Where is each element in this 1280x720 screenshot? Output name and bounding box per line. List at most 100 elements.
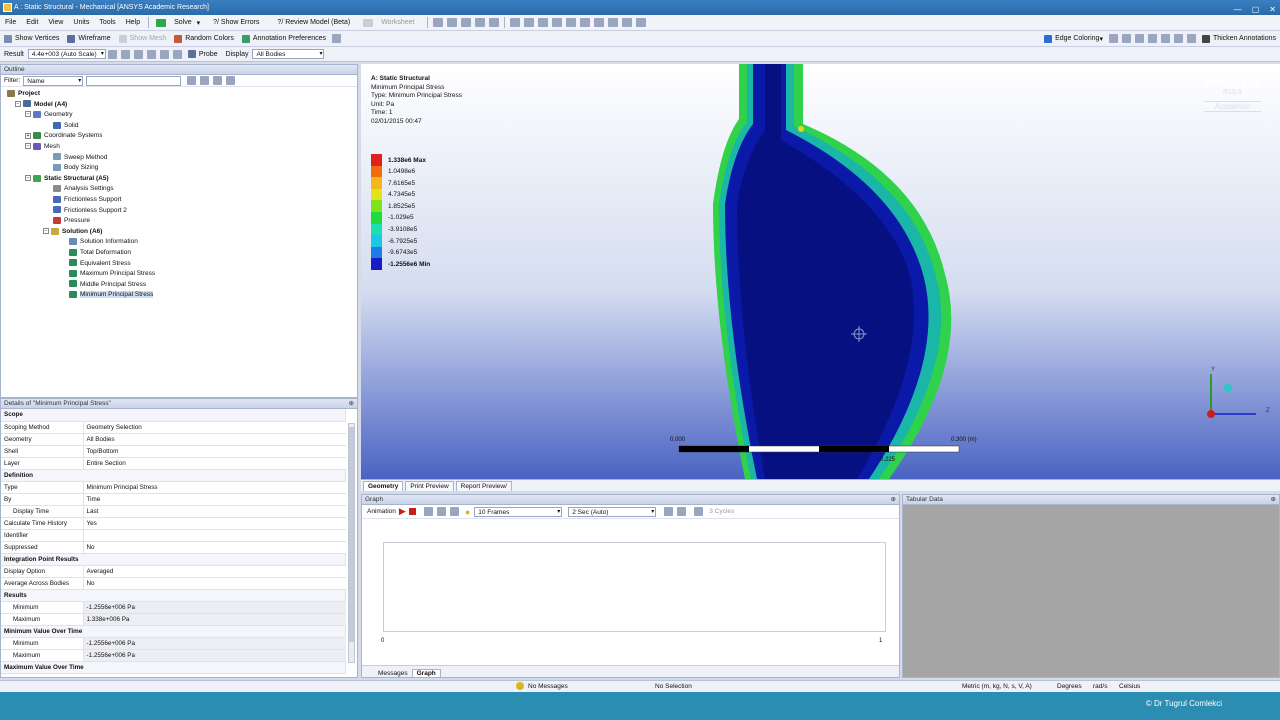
frame-back-icon[interactable] (423, 507, 433, 516)
tree-item-solid[interactable]: Solid (1, 121, 357, 132)
edge-style-icon[interactable] (1134, 34, 1144, 43)
status-rate[interactable]: rad/s (1093, 683, 1107, 690)
edge-coloring-button[interactable]: Edge Coloring ▾ (1040, 34, 1107, 43)
details-value[interactable]: Last (83, 505, 346, 518)
details-section[interactable]: Integration Point Results (1, 553, 346, 566)
scale-dropdown[interactable]: 4.4e+003 (Auto Scale) (27, 49, 106, 59)
tab-report-preview[interactable]: Report Preview/ (455, 481, 512, 491)
details-value[interactable]: 1.338e+006 Pa (83, 613, 346, 626)
tree-item-solution-information[interactable]: Solution Information (1, 237, 357, 248)
details-section[interactable]: Minimum Value Over Time (1, 625, 346, 638)
export-video-icon[interactable] (664, 507, 674, 516)
geometry-display-icon[interactable] (107, 49, 117, 59)
details-scrollbar[interactable] (348, 423, 355, 663)
tree-item-frictionless-support[interactable]: Frictionless Support (1, 195, 357, 206)
details-value[interactable]: -1.2556e+006 Pa (83, 649, 346, 662)
expand-all-icon[interactable] (200, 76, 210, 85)
thicken-annotations-button[interactable]: Thicken Annotations (1198, 34, 1280, 43)
edge-style-icon[interactable] (1173, 34, 1183, 43)
magnifier-icon[interactable] (579, 18, 590, 27)
status-temperature[interactable]: Celsius (1119, 683, 1140, 690)
distributed-icon[interactable] (449, 507, 459, 516)
tree-item-minimum-principal-stress[interactable]: Minimum Principal Stress (1, 290, 357, 301)
details-value[interactable] (83, 529, 346, 542)
pin-icon[interactable]: ⊕ (1271, 495, 1276, 504)
details-row[interactable]: Display Option Averaged (1, 565, 346, 578)
probe-button[interactable]: Probe (184, 50, 222, 58)
status-units[interactable]: Metric (m, kg, N, s, V, A) (962, 683, 1032, 690)
collapse-all-icon[interactable] (213, 76, 223, 85)
details-row[interactable]: Scoping Method Geometry Selection (1, 421, 346, 434)
tree-item-analysis-settings[interactable]: Analysis Settings (1, 184, 357, 195)
face-select-icon[interactable] (474, 18, 485, 27)
max-label-icon[interactable] (159, 49, 169, 59)
body-select-icon[interactable] (488, 18, 499, 27)
details-section[interactable]: Scope (1, 409, 346, 422)
graph-plot-area[interactable] (383, 542, 886, 632)
step-icon[interactable] (694, 507, 704, 516)
details-value[interactable]: Averaged (83, 565, 346, 578)
pan-icon[interactable] (523, 18, 534, 27)
graphics-viewport[interactable]: A: Static Structural Minimum Principal S… (361, 64, 1280, 479)
menu-tools[interactable]: Tools (94, 19, 120, 26)
collapse-icon[interactable]: − (25, 111, 31, 118)
collapse-icon[interactable]: − (25, 175, 31, 182)
edge-style-icon[interactable] (1186, 34, 1196, 43)
previous-view-icon[interactable] (593, 18, 604, 27)
edge-style-icon[interactable] (1160, 34, 1170, 43)
details-row[interactable]: Minimum -1.2556e+006 Pa (1, 601, 346, 614)
zoom-icon[interactable] (537, 18, 548, 27)
collapse-icon[interactable]: − (43, 228, 49, 234)
show-mesh-button[interactable]: Show Mesh (115, 34, 171, 43)
messages-icon[interactable] (516, 682, 524, 690)
details-section[interactable]: Results (1, 589, 346, 602)
status-angle[interactable]: Degrees (1057, 683, 1082, 690)
edge-style-icon[interactable] (1108, 34, 1118, 43)
edge-style-icon[interactable] (1121, 34, 1131, 43)
details-value[interactable]: All Bodies (83, 433, 346, 446)
details-row[interactable]: Average Across Bodies No (1, 577, 346, 590)
next-view-icon[interactable] (607, 18, 618, 27)
tab-messages[interactable]: Messages (374, 670, 412, 677)
solve-button[interactable]: Solve ▾ (152, 18, 204, 27)
rotate-icon[interactable] (509, 18, 520, 27)
worksheet-button[interactable]: Worksheet (359, 18, 423, 27)
details-row[interactable]: Suppressed No (1, 541, 346, 554)
details-value[interactable]: No (83, 577, 346, 590)
details-row[interactable]: Display Time Last (1, 505, 346, 518)
details-row[interactable]: Geometry All Bodies (1, 433, 346, 446)
box-zoom-icon[interactable] (551, 18, 562, 27)
tree-item-frictionless-support-2[interactable]: Frictionless Support 2 (1, 206, 357, 217)
details-value[interactable]: Yes (83, 517, 346, 530)
frame-forward-icon[interactable] (436, 507, 446, 516)
viewport-icon[interactable] (635, 18, 646, 27)
zoom-to-fit-icon[interactable] (565, 18, 576, 27)
show-vertices-button[interactable]: Show Vertices (0, 34, 63, 43)
details-row[interactable]: Minimum -1.2556e+006 Pa (1, 637, 346, 650)
vertex-select-icon[interactable] (446, 18, 457, 27)
tab-print-preview[interactable]: Print Preview (405, 481, 454, 491)
pin-icon[interactable]: ⊕ (891, 495, 896, 504)
edge-style-icon[interactable] (1147, 34, 1157, 43)
details-value[interactable]: No (83, 541, 346, 554)
details-section[interactable]: Definition (1, 469, 346, 482)
filter-input[interactable] (86, 75, 182, 86)
details-value[interactable]: Top/Bottom (83, 445, 346, 458)
frames-dropdown[interactable]: 10 Frames (474, 506, 563, 517)
edges-icon[interactable] (133, 49, 143, 59)
details-row[interactable]: Maximum 1.338e+006 Pa (1, 613, 346, 626)
filter-apply-icon[interactable] (187, 76, 197, 85)
details-value[interactable]: Geometry Selection (83, 421, 346, 434)
tree-item-body-sizing[interactable]: Body Sizing (1, 163, 357, 174)
tree-item-sweep-method[interactable]: Sweep Method (1, 153, 357, 164)
tree-item-mesh[interactable]: − Mesh (1, 142, 357, 153)
tree-item-solution[interactable]: − Solution (A6) (1, 227, 357, 238)
model-icon[interactable] (332, 34, 342, 43)
review-model-button[interactable]: ?/ Review Model (Beta) (268, 19, 359, 26)
tree-item-middle-principal-stress[interactable]: Middle Principal Stress (1, 280, 357, 291)
details-row[interactable]: Shell Top/Bottom (1, 445, 346, 458)
status-messages[interactable]: No Messages (528, 683, 568, 690)
close-filter-icon[interactable] (226, 76, 236, 85)
details-value[interactable]: Time (83, 493, 346, 506)
tree-item-equivalent-stress[interactable]: Equivalent Stress (1, 259, 357, 270)
